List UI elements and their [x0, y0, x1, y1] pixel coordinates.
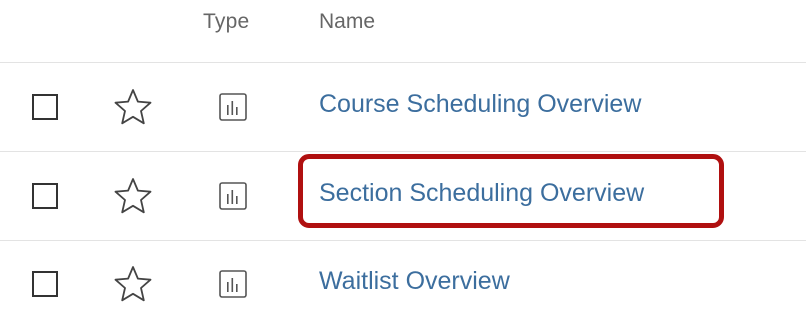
- table-row: Section Scheduling Overview: [0, 152, 806, 241]
- table-header: Type Name: [0, 0, 806, 63]
- table-row: Course Scheduling Overview: [0, 63, 806, 152]
- star-icon[interactable]: [113, 264, 153, 304]
- row-select-checkbox[interactable]: [32, 183, 58, 209]
- bar-chart-icon: [219, 93, 247, 121]
- column-header-name[interactable]: Name: [319, 10, 375, 34]
- row-select-checkbox[interactable]: [32, 271, 58, 297]
- table-row: Waitlist Overview: [0, 240, 806, 327]
- row-select-checkbox[interactable]: [32, 94, 58, 120]
- bar-chart-icon: [219, 270, 247, 298]
- star-icon[interactable]: [113, 87, 153, 127]
- content-table: Type Name Course Scheduling Overview Sec…: [0, 0, 806, 327]
- column-header-type[interactable]: Type: [203, 10, 249, 34]
- star-icon[interactable]: [113, 176, 153, 216]
- view-link[interactable]: Section Scheduling Overview: [319, 179, 644, 208]
- view-link[interactable]: Course Scheduling Overview: [319, 90, 641, 119]
- view-link[interactable]: Waitlist Overview: [319, 267, 510, 296]
- bar-chart-icon: [219, 182, 247, 210]
